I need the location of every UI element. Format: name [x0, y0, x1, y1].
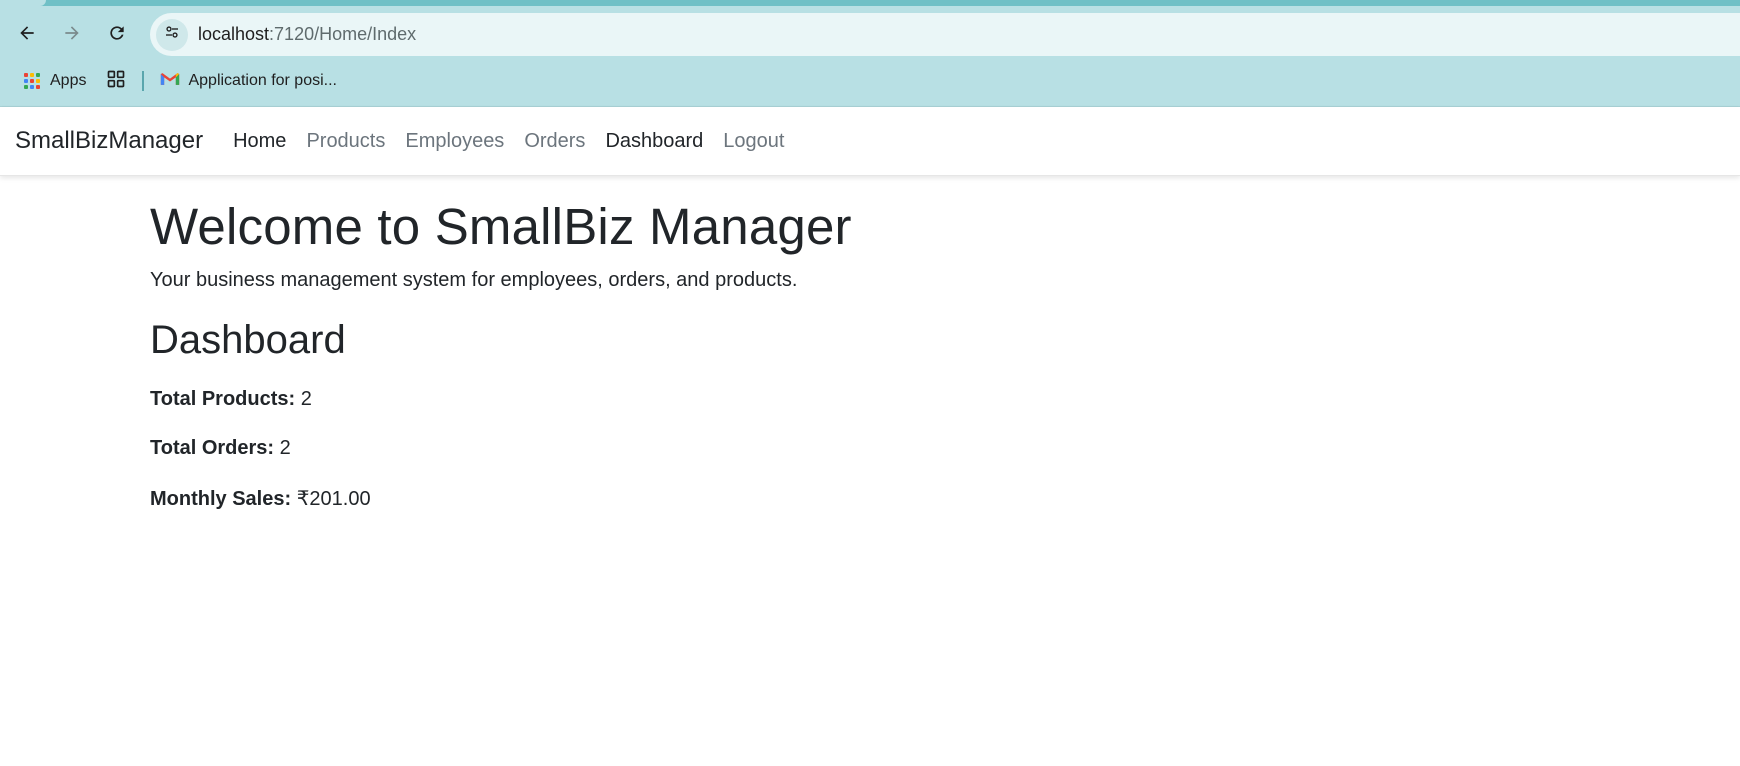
reload-icon [107, 23, 127, 48]
page-title: Welcome to SmallBiz Manager [150, 198, 852, 255]
nav-link-logout[interactable]: Logout [713, 130, 794, 153]
apps-grid-icon [24, 73, 40, 89]
browser-chrome: localhost:7120/Home/Index Apps Applicati… [0, 0, 1740, 107]
address-bar[interactable]: localhost:7120/Home/Index [150, 13, 1740, 56]
back-button[interactable] [10, 18, 44, 52]
stat-total-products: Total Products: 2 [150, 388, 1600, 411]
stat-monthly-sales: Monthly Sales: ₹201.00 [150, 486, 1600, 511]
tab-strip [0, 0, 1740, 6]
stat-label: Total Products: [150, 388, 296, 411]
stat-value: 2 [279, 437, 291, 460]
nav-link-home[interactable]: Home [223, 130, 296, 153]
forward-arrow-icon [62, 23, 82, 48]
url-path: :7120/Home/Index [269, 24, 417, 44]
bookmarks-bar: Apps Application for posi... [0, 64, 1740, 98]
url-host: localhost [198, 24, 270, 44]
bookmark-gmail[interactable]: Application for posi... [160, 66, 337, 96]
site-info-tune-icon [163, 23, 181, 46]
reload-button[interactable] [100, 18, 134, 52]
bookmark-apps-label: Apps [50, 72, 87, 89]
tab-groups-icon [106, 69, 126, 94]
nav-links: Home Products Employees Orders Dashboard… [223, 130, 794, 153]
stat-label: Monthly Sales: [150, 488, 292, 511]
page-subtitle: Your business management system for empl… [150, 269, 798, 292]
url-text[interactable]: localhost:7120/Home/Index [198, 24, 416, 45]
bookmarks-separator [142, 71, 145, 91]
stat-value: 2 [300, 388, 312, 411]
stat-total-orders: Total Orders: 2 [150, 437, 1600, 460]
back-arrow-icon [17, 23, 37, 48]
stat-value: ₹201.00 [296, 488, 371, 511]
main-content: Welcome to SmallBiz Manager Your busines… [150, 176, 1600, 511]
nav-link-dashboard[interactable]: Dashboard [595, 130, 713, 153]
stat-label: Total Orders: [150, 437, 275, 460]
nav-link-employees[interactable]: Employees [395, 130, 514, 153]
site-info-button[interactable] [156, 18, 188, 51]
app-navbar: SmallBizManager Home Products Employees … [0, 107, 1740, 176]
tab-groups-button[interactable] [106, 66, 126, 96]
bookmark-apps[interactable]: Apps [24, 66, 86, 96]
forward-button[interactable] [55, 18, 89, 52]
nav-link-products[interactable]: Products [296, 130, 395, 153]
gmail-icon [160, 71, 188, 92]
brand-logo-text[interactable]: SmallBizManager [15, 127, 203, 155]
active-tab-edge[interactable] [0, 0, 46, 6]
nav-link-orders[interactable]: Orders [514, 130, 595, 153]
bookmark-gmail-label: Application for posi... [188, 72, 337, 89]
dashboard-heading: Dashboard [150, 318, 346, 363]
